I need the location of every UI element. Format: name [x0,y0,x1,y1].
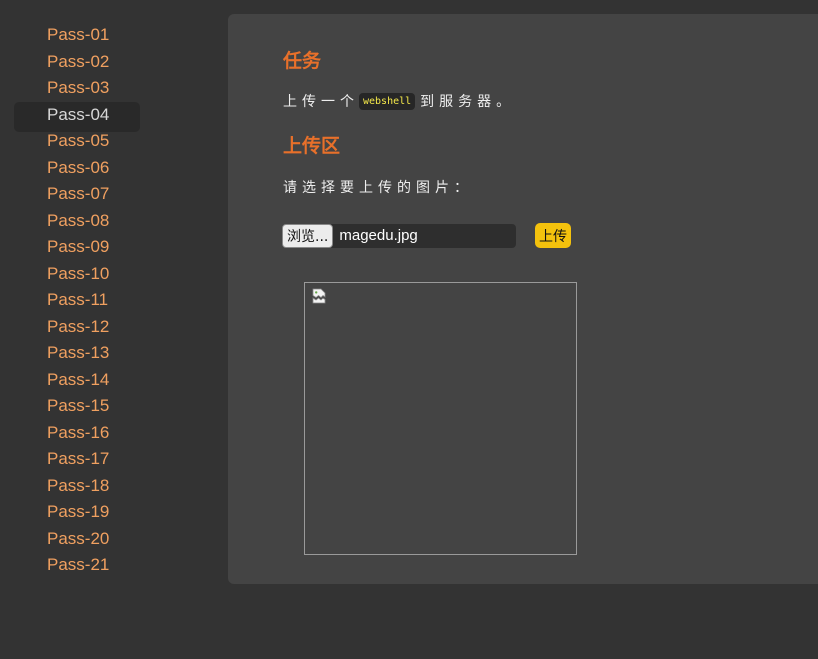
image-preview [304,282,577,555]
sidebar-item-pass-04[interactable]: Pass-04 [14,101,140,132]
sidebar-item-pass-14[interactable]: Pass-14 [14,367,140,397]
sidebar-item-pass-18[interactable]: Pass-18 [14,473,140,503]
sidebar-item-pass-16[interactable]: Pass-16 [14,420,140,450]
sidebar-item-pass-05[interactable]: Pass-05 [14,128,140,158]
sidebar-item-pass-08[interactable]: Pass-08 [14,208,140,238]
browse-button[interactable]: 浏览... [282,223,334,248]
sidebar-item-pass-02[interactable]: Pass-02 [14,49,140,79]
broken-image-icon [312,288,326,304]
sidebar-item-pass-07[interactable]: Pass-07 [14,181,140,211]
sidebar-item-pass-03[interactable]: Pass-03 [14,75,140,105]
file-input[interactable]: 浏览... magedu.jpg [282,223,516,248]
sidebar-item-pass-19[interactable]: Pass-19 [14,499,140,529]
task-text-after: 到服务器。 [420,94,516,110]
sidebar-item-pass-21[interactable]: Pass-21 [14,552,140,582]
upload-prompt: 请选择要上传的图片： [283,180,473,196]
sidebar-item-pass-10[interactable]: Pass-10 [14,261,140,291]
upload-form: 浏览... magedu.jpg 上传 [282,223,571,248]
sidebar-item-pass-12[interactable]: Pass-12 [14,314,140,344]
task-heading: 任务 [283,50,322,72]
upload-button[interactable]: 上传 [535,223,571,248]
selected-file-name: magedu.jpg [339,227,418,244]
task-description: 上传一个 webshell 到服务器。 [283,91,515,111]
sidebar-item-pass-20[interactable]: Pass-20 [14,526,140,556]
sidebar-item-pass-09[interactable]: Pass-09 [14,234,140,264]
sidebar-item-pass-11[interactable]: Pass-11 [14,287,140,317]
sidebar-item-pass-01[interactable]: Pass-01 [14,22,140,52]
upload-heading: 上传区 [283,135,341,157]
main-panel: 任务 上传一个 webshell 到服务器。 上传区 请选择要上传的图片： 浏览… [228,14,818,584]
sidebar: Pass-01 Pass-02 Pass-03 Pass-04 Pass-05 … [14,22,140,579]
sidebar-item-pass-06[interactable]: Pass-06 [14,155,140,185]
task-text-before: 上传一个 [283,94,359,110]
sidebar-item-pass-13[interactable]: Pass-13 [14,340,140,370]
sidebar-item-pass-15[interactable]: Pass-15 [14,393,140,423]
sidebar-item-pass-17[interactable]: Pass-17 [14,446,140,476]
webshell-code: webshell [359,92,416,110]
